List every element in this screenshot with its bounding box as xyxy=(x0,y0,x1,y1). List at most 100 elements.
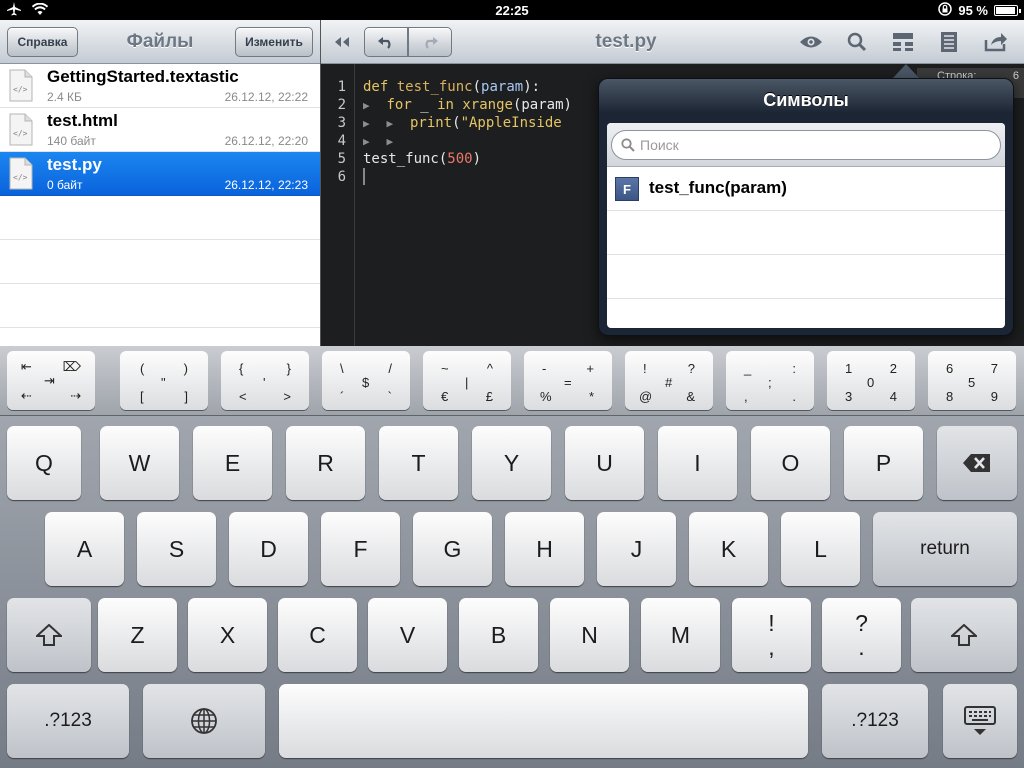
key-o[interactable]: O xyxy=(751,426,830,500)
file-list: </> GettingStarted.textastic 2.4 КБ 26.1… xyxy=(0,64,320,346)
key-g[interactable]: G xyxy=(413,512,492,586)
digits-extra-key-1[interactable]: 1 2 0 3 4 xyxy=(827,351,915,410)
line-number: 6 xyxy=(337,169,346,185)
key-s[interactable]: S xyxy=(137,512,216,586)
key-w[interactable]: W xyxy=(100,426,179,500)
key-k[interactable]: K xyxy=(689,512,768,586)
text-cursor xyxy=(363,168,365,185)
key-j[interactable]: J xyxy=(597,512,676,586)
extra-keys-row: ⇤ ⌦ ⇥ ⇠ ⇢ ( ) " [ ] { } ' < > \ / $ ´ ` xyxy=(0,346,1024,416)
symbols-extra-key[interactable]: ! ? # @ & xyxy=(625,351,713,410)
help-button[interactable]: Справка xyxy=(7,27,78,57)
tab-extra-key[interactable]: ⇤ ⌦ ⇥ ⇠ ⇢ xyxy=(7,351,95,410)
editor-title: test.py xyxy=(595,31,657,52)
symbol-item[interactable]: F test_func(param) xyxy=(607,167,1005,211)
file-date: 26.12.12, 22:22 xyxy=(224,90,308,104)
key-exclaim-comma[interactable]: !, xyxy=(732,598,811,672)
shift-icon xyxy=(36,624,62,646)
key-h[interactable]: H xyxy=(505,512,584,586)
key-i[interactable]: I xyxy=(658,426,737,500)
undo-button[interactable] xyxy=(364,27,408,57)
code-line: def test_func(param): xyxy=(363,79,541,95)
file-size: 140 байт xyxy=(47,134,96,148)
svg-text:</>: </> xyxy=(13,85,28,94)
key-p[interactable]: P xyxy=(844,426,923,500)
key-b[interactable]: B xyxy=(459,598,538,672)
key-u[interactable]: U xyxy=(565,426,644,500)
key-f[interactable]: F xyxy=(321,512,400,586)
share-icon[interactable] xyxy=(983,30,1009,54)
globe-key[interactable] xyxy=(143,684,265,758)
dismiss-keyboard-key[interactable] xyxy=(943,684,1017,758)
braces-extra-key[interactable]: { } ' < > xyxy=(221,351,309,410)
shift-icon xyxy=(951,624,977,646)
punctuation-extra-key[interactable]: _ : ; , . xyxy=(726,351,814,410)
key-z[interactable]: Z xyxy=(98,598,177,672)
symbols-search-input[interactable]: Поиск xyxy=(611,130,1001,160)
popover-arrow xyxy=(892,64,920,79)
backspace-key[interactable] xyxy=(937,426,1017,500)
code-line: ▶ for _ in xrange(param) xyxy=(363,97,572,113)
key-a[interactable]: A xyxy=(45,512,124,586)
key-c[interactable]: C xyxy=(278,598,357,672)
key-e[interactable]: E xyxy=(193,426,272,500)
math-extra-key[interactable]: - + = % * xyxy=(524,351,612,410)
key-question-period[interactable]: ?. xyxy=(822,598,901,672)
file-date: 26.12.12, 22:23 xyxy=(224,178,308,192)
parens-extra-key[interactable]: ( ) " [ ] xyxy=(120,351,208,410)
on-screen-keyboard: ⇤ ⌦ ⇥ ⇠ ⇢ ( ) " [ ] { } ' < > \ / $ ´ ` xyxy=(0,346,1024,768)
key-r[interactable]: R xyxy=(286,426,365,500)
digits-extra-key-2[interactable]: 6 7 5 8 9 xyxy=(928,351,1016,410)
editor-toolbar: test.py xyxy=(321,20,1024,64)
numbers-key-left[interactable]: .?123 xyxy=(7,684,129,758)
globe-icon xyxy=(191,708,217,734)
file-size: 2.4 КБ xyxy=(47,90,82,104)
symbols-icon[interactable] xyxy=(890,30,916,54)
empty-row xyxy=(0,284,320,328)
collapse-sidebar-icon[interactable] xyxy=(329,30,355,54)
key-l[interactable]: L xyxy=(781,512,860,586)
battery-percent: 95 % xyxy=(958,3,988,18)
function-badge-icon: F xyxy=(615,177,639,201)
edit-button[interactable]: Изменить xyxy=(235,27,313,57)
file-icon: </> xyxy=(9,69,33,102)
key-q[interactable]: Q xyxy=(7,426,81,500)
key-t[interactable]: T xyxy=(379,426,458,500)
key-m[interactable]: M xyxy=(641,598,720,672)
redo-icon xyxy=(425,37,438,49)
file-row-test-py[interactable]: </> test.py 0 байт 26.12.12, 22:23 xyxy=(0,152,320,196)
key-d[interactable]: D xyxy=(229,512,308,586)
file-date: 26.12.12, 22:20 xyxy=(224,134,308,148)
currency-extra-key[interactable]: ~ ^ | € £ xyxy=(423,351,511,410)
document-info-icon[interactable] xyxy=(936,30,962,54)
shift-key-left[interactable] xyxy=(7,598,91,672)
search-placeholder: Поиск xyxy=(640,137,679,153)
preview-eye-icon[interactable] xyxy=(798,30,824,54)
files-toolbar: Справка Файлы Изменить xyxy=(0,20,320,64)
return-key[interactable]: return xyxy=(873,512,1017,586)
code-line: ▶ ▶ xyxy=(363,135,394,148)
space-bar[interactable] xyxy=(279,684,808,758)
file-row-gettingstarted[interactable]: </> GettingStarted.textastic 2.4 КБ 26.1… xyxy=(0,64,320,108)
slash-extra-key[interactable]: \ / $ ´ ` xyxy=(322,351,410,410)
status-time: 22:25 xyxy=(495,3,529,18)
numbers-key-right[interactable]: .?123 xyxy=(822,684,928,758)
file-icon: </> xyxy=(9,157,33,190)
line-gutter: 1 2 3 4 5 6 xyxy=(321,64,355,346)
key-y[interactable]: Y xyxy=(472,426,551,500)
key-v[interactable]: V xyxy=(368,598,447,672)
redo-button[interactable] xyxy=(408,27,452,57)
code-line: test_func(500) xyxy=(363,151,482,167)
key-n[interactable]: N xyxy=(550,598,629,672)
line-number: 2 xyxy=(337,97,346,113)
file-row-test-html[interactable]: </> test.html 140 байт 26.12.12, 22:20 xyxy=(0,108,320,152)
symbols-list: Поиск F test_func(param) xyxy=(607,123,1005,328)
search-icon[interactable] xyxy=(844,30,870,54)
popover-title: Символы xyxy=(763,90,849,110)
key-x[interactable]: X xyxy=(188,598,267,672)
files-title: Файлы xyxy=(126,31,194,52)
line-info-value: 6 xyxy=(1012,70,1019,82)
line-number: 1 xyxy=(337,79,346,95)
file-name: test.py xyxy=(47,155,102,174)
shift-key-right[interactable] xyxy=(911,598,1017,672)
